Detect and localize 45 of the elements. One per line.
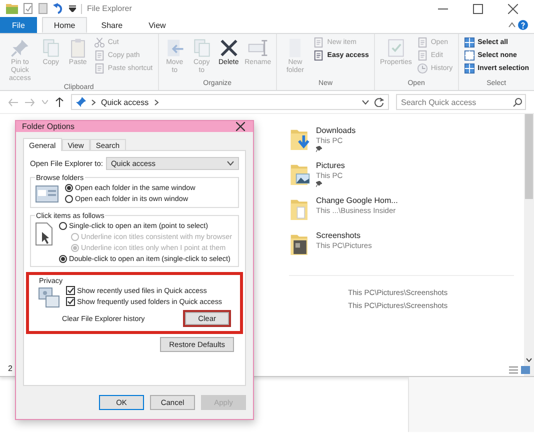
caret-icon	[227, 161, 234, 166]
easy-access-icon	[313, 50, 324, 61]
select-all-icon	[464, 37, 475, 48]
status-text: 2	[8, 364, 12, 373]
details-view-icon[interactable]	[509, 366, 518, 374]
pin-icon	[8, 37, 31, 59]
cursor-document-icon	[35, 222, 53, 246]
chevron-icon	[91, 98, 96, 106]
search-icon	[513, 98, 522, 106]
help-icon[interactable]	[518, 20, 528, 30]
dialog-title: Folder Options	[22, 122, 74, 131]
collapse-ribbon-icon[interactable]	[508, 22, 516, 28]
address-field[interactable]: Quick access	[71, 94, 389, 110]
dropdown-icon[interactable]	[69, 5, 76, 12]
invert-selection-icon	[464, 63, 475, 74]
chevron-icon	[154, 98, 159, 106]
file-menu-button[interactable]: File	[0, 17, 37, 33]
search-field[interactable]: Search Quick access	[396, 94, 526, 110]
computer-icon	[38, 287, 60, 309]
new-item-icon	[313, 37, 324, 48]
scroll-down-icon[interactable]	[526, 358, 532, 362]
dropdown-icon[interactable]	[362, 100, 369, 104]
address-path: Quick access	[101, 98, 149, 106]
refresh-icon[interactable]	[374, 97, 384, 107]
undo-icon[interactable]	[53, 3, 64, 14]
pin-icon	[76, 97, 86, 107]
history-icon	[416, 63, 428, 74]
window-title: File Explorer	[87, 4, 132, 13]
rename-icon	[246, 37, 269, 59]
select-none-icon	[464, 50, 475, 61]
windows-icon	[35, 184, 59, 204]
maximize-icon[interactable]	[473, 4, 483, 14]
folder-name[interactable]: Pictures	[316, 161, 345, 171]
ribbon-tab[interactable]: Share	[89, 17, 135, 33]
properties-icon[interactable]	[23, 3, 33, 14]
up-arrow-icon[interactable]	[55, 97, 64, 107]
ribbon-tab[interactable]: Home	[42, 17, 88, 33]
folder-name[interactable]: Change Google Hom...	[316, 196, 398, 206]
ribbon-tab[interactable]: View	[136, 17, 178, 33]
scrollbar-thumb[interactable]	[525, 114, 533, 199]
folder-name[interactable]: Downloads	[316, 126, 356, 136]
folder-name[interactable]: Screenshots	[316, 231, 360, 241]
scissors-icon	[94, 37, 105, 48]
close-icon[interactable]	[236, 122, 245, 131]
close-icon[interactable]	[508, 4, 518, 14]
